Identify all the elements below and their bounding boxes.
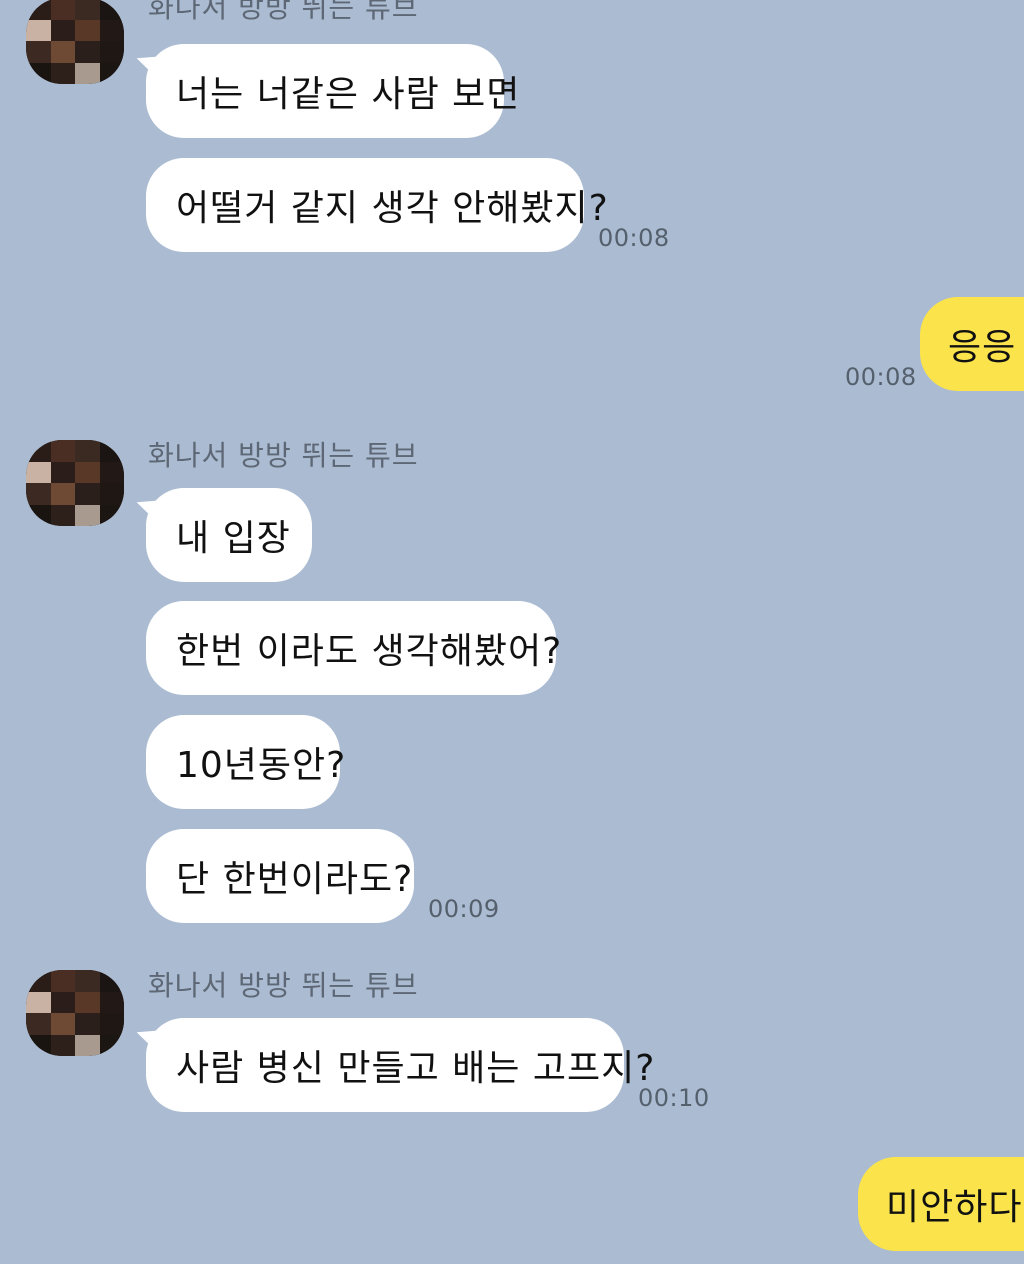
outgoing-message-bubble[interactable]: 미안하다: [858, 1157, 1024, 1251]
incoming-message-bubble[interactable]: 너는 너같은 사람 보면: [146, 44, 519, 138]
message-timestamp: 00:08: [845, 363, 917, 391]
message-timestamp: 00:08: [598, 224, 670, 252]
incoming-message-bubble[interactable]: 한번 이라도 생각해봤어?: [146, 601, 561, 695]
incoming-message-bubble[interactable]: 10년동안?: [146, 715, 345, 809]
sender-name: 화나서 방방 뛰는 튜브: [148, 439, 419, 472]
incoming-message-bubble[interactable]: 어떨거 같지 생각 안해봤지?: [146, 158, 608, 252]
incoming-message-bubble[interactable]: 내 입장: [146, 488, 312, 582]
message-timestamp: 00:09: [428, 895, 500, 923]
sender-avatar-icon[interactable]: [26, 970, 124, 1056]
sender-avatar-icon[interactable]: [26, 0, 124, 84]
chat-view: 화나서 방방 뛰는 튜브 너는 너같은 사람 보면 어떨거 같지 생각 안해봤지…: [0, 0, 1024, 1264]
message-timestamp: 00:10: [638, 1084, 710, 1112]
incoming-message-bubble[interactable]: 단 한번이라도?: [146, 829, 414, 923]
outgoing-message-bubble[interactable]: 응응: [920, 297, 1024, 391]
sender-name: 화나서 방방 뛰는 튜브: [148, 969, 419, 1002]
sender-name: 화나서 방방 뛰는 튜브: [148, 0, 419, 24]
incoming-message-bubble[interactable]: 사람 병신 만들고 배는 고프지?: [146, 1018, 654, 1112]
sender-avatar-icon[interactable]: [26, 440, 124, 526]
